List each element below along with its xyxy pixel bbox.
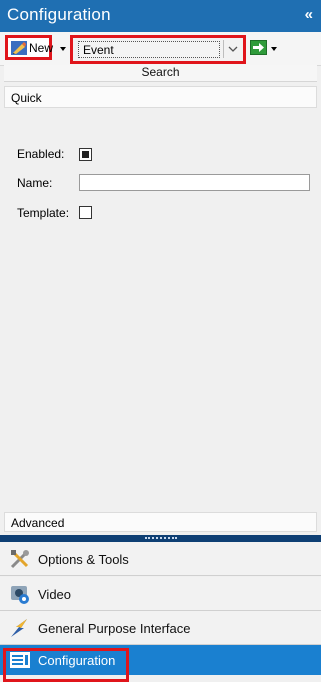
panel-splitter[interactable] [0, 535, 321, 542]
splitter-grip[interactable] [145, 537, 177, 541]
go-arrow-icon[interactable] [250, 40, 267, 55]
nav-item-general-purpose-interface[interactable]: General Purpose Interface [0, 611, 321, 645]
tools-icon [10, 550, 29, 569]
panel-title: Configuration [7, 5, 111, 24]
nav-item-label: Configuration [38, 653, 116, 668]
configuration-list-icon [10, 652, 30, 668]
event-type-value: Event [83, 43, 114, 57]
search-section-label[interactable]: Search [4, 65, 317, 82]
chevron-down-icon[interactable] [223, 40, 242, 58]
toolbar: New Event [0, 32, 321, 66]
event-type-field[interactable]: Event [78, 41, 220, 58]
new-button[interactable]: New [5, 35, 54, 60]
video-camera-icon [11, 586, 29, 604]
template-checkbox[interactable] [79, 206, 92, 219]
quick-form: Enabled: Name: Template: [4, 119, 317, 510]
quick-header-label: Quick [11, 91, 42, 105]
new-button-label: New [29, 41, 54, 55]
new-dropdown-arrow-icon[interactable] [60, 47, 66, 51]
quick-section-header[interactable]: Quick [4, 86, 317, 108]
new-item-icon [11, 41, 27, 55]
advanced-header-label: Advanced [11, 516, 65, 530]
nav-item-video[interactable]: Video [0, 577, 321, 611]
lightning-bolt-icon [11, 619, 27, 637]
name-input[interactable] [79, 174, 310, 191]
enabled-checkbox[interactable] [79, 148, 92, 161]
nav-item-label: Options & Tools [38, 552, 129, 567]
nav-item-options-tools[interactable]: Options & Tools [0, 542, 321, 576]
template-label: Template: [17, 206, 70, 220]
panel-title-bar: Configuration « [0, 0, 321, 32]
enabled-label: Enabled: [17, 147, 65, 161]
nav-item-configuration[interactable]: Configuration [0, 645, 321, 682]
advanced-section-header[interactable]: Advanced [4, 512, 317, 532]
event-type-select[interactable]: Event [70, 35, 246, 64]
go-dropdown-arrow-icon[interactable] [271, 47, 277, 51]
collapse-panel-icon[interactable]: « [305, 6, 313, 23]
nav-item-label: General Purpose Interface [38, 621, 191, 636]
nav-item-label: Video [38, 587, 72, 602]
name-label: Name: [17, 176, 53, 190]
